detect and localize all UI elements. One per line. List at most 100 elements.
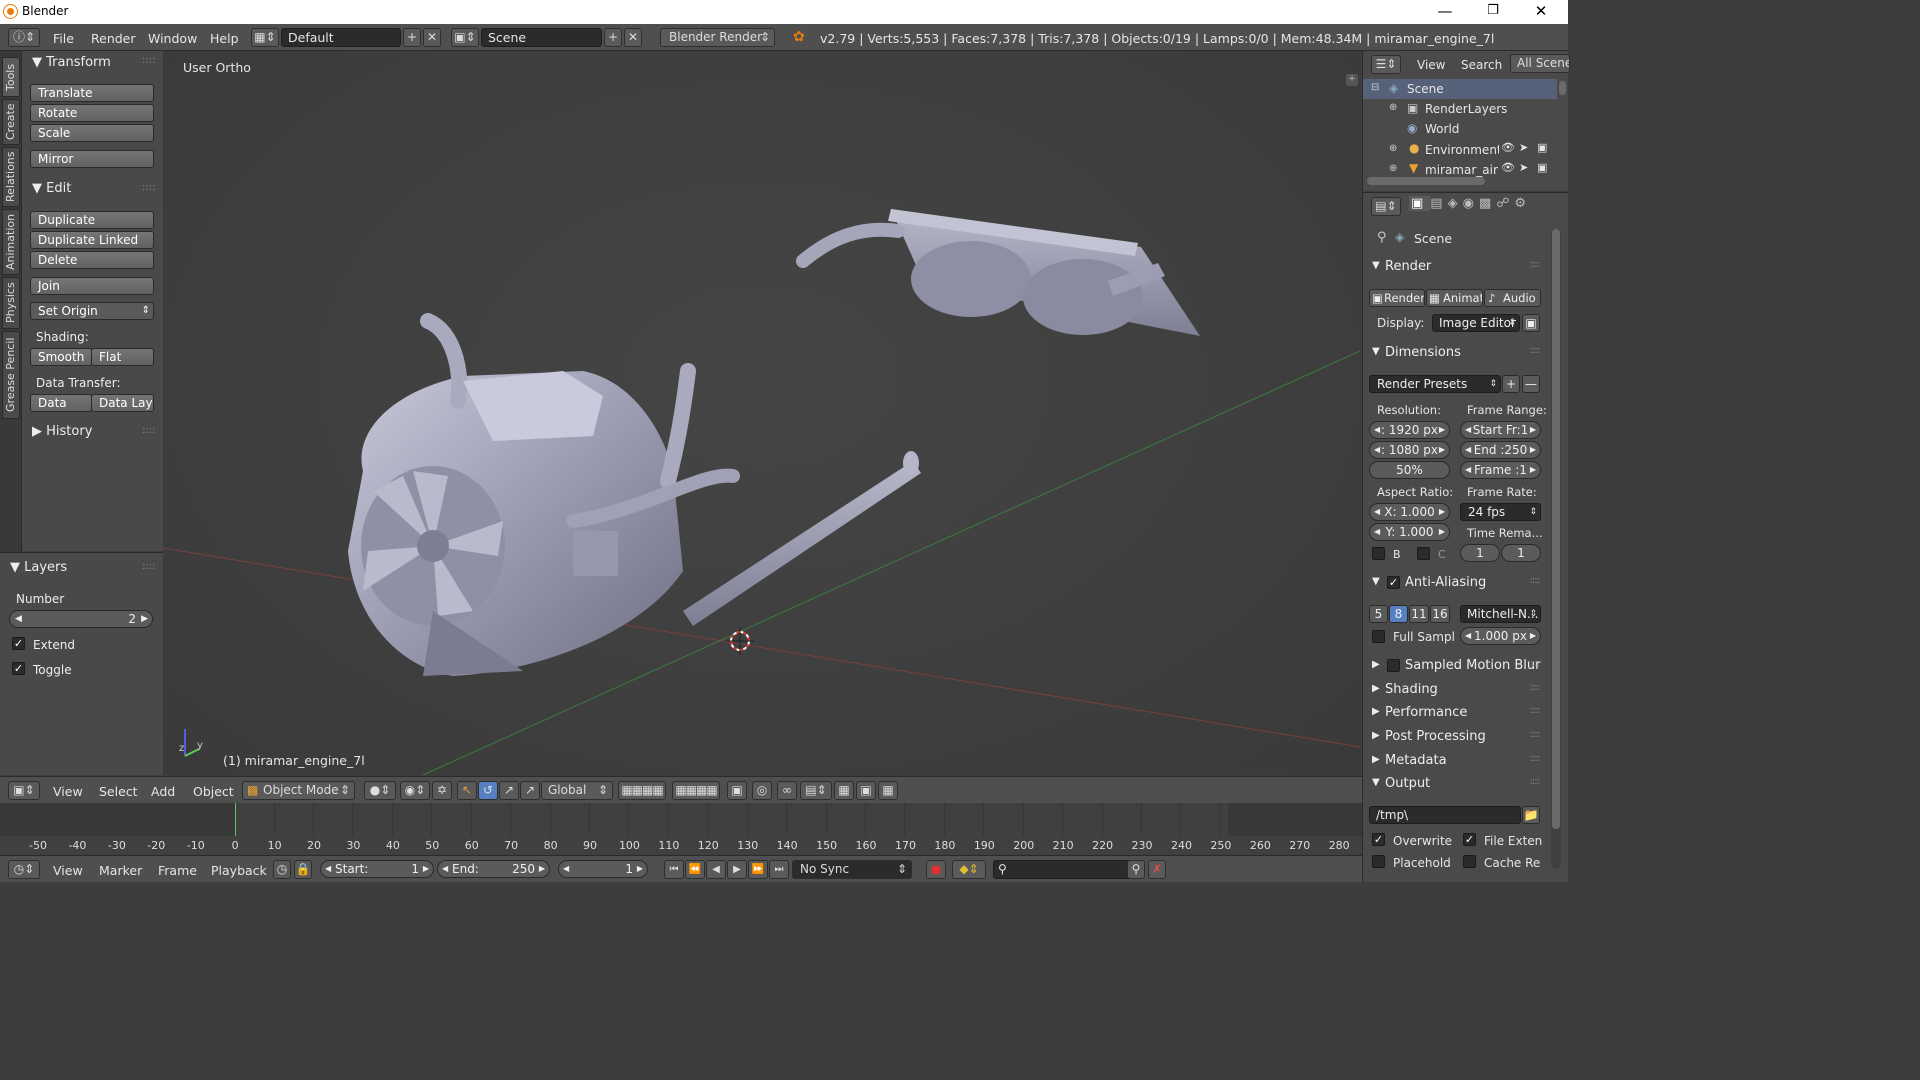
keying-set-icon[interactable]: ◆⇕	[952, 860, 986, 879]
menu-window[interactable]: Window	[148, 31, 197, 46]
duplicate-linked-button[interactable]: Duplicate Linked	[30, 231, 154, 249]
render-engine-select[interactable]: Blender Render ⇕	[660, 28, 775, 47]
menu-file[interactable]: File	[53, 31, 74, 46]
full-sample-checkbox[interactable]	[1372, 630, 1385, 643]
motion-blur-checkbox[interactable]	[1387, 659, 1400, 672]
jump-next-keyframe-icon[interactable]: ⏩	[748, 860, 768, 879]
timeline-ruler[interactable]: -50 -40 -30 -20 -10 0 10 20 30 40 50 60 70 80 90 100 110…	[0, 803, 1362, 855]
jump-end-icon[interactable]: ⏭	[769, 860, 789, 879]
3d-viewport[interactable]: z y User Ortho (1) miramar_engine_7l +	[163, 51, 1360, 775]
viewport-scene[interactable]: z y	[163, 51, 1360, 775]
overwrite-checkbox[interactable]: ✓	[1372, 833, 1385, 846]
file-extensions-checkbox[interactable]: ✓	[1463, 833, 1476, 846]
time-remap-new-field[interactable]: 1	[1501, 544, 1541, 562]
outliner-item-renderlayers[interactable]: RenderLayers	[1425, 102, 1515, 116]
rotate-button[interactable]: Rotate	[30, 104, 154, 122]
jump-start-icon[interactable]: ⏮	[664, 860, 684, 879]
snap-target-icon[interactable]: ▦	[834, 781, 854, 800]
outliner-h-scrollbar[interactable]	[1367, 177, 1485, 185]
properties-scroll-thumb[interactable]	[1552, 229, 1560, 829]
render-tab-icon[interactable]: ▣	[1409, 196, 1431, 211]
transform-orientation-select[interactable]: Global ⇕	[541, 781, 613, 800]
start-frame-field[interactable]: ◀ Start Fr:1 ▶	[1460, 421, 1541, 439]
aspect-y-field[interactable]: ◀ Y: 1.000 ▶	[1369, 523, 1450, 541]
remove-layout-icon[interactable]: ✕	[423, 28, 441, 47]
add-preset-icon[interactable]: +	[1502, 375, 1520, 393]
drag-grip-icon[interactable]: ::::	[142, 182, 155, 193]
select-arrow-icon[interactable]: ➤	[1519, 161, 1528, 174]
object-mode-select[interactable]: ▩ Object Mode ⇕	[242, 781, 355, 800]
drag-grip-icon[interactable]: ::::	[142, 55, 155, 66]
timeline-editor-icon[interactable]: ◷⇕	[8, 860, 40, 879]
screen-layout-icon[interactable]: ▦⇕	[251, 28, 279, 47]
anti-aliasing-checkbox[interactable]: ✓	[1387, 576, 1400, 589]
smooth-button[interactable]: Smooth	[30, 348, 92, 366]
translate-button[interactable]: Translate	[30, 84, 154, 102]
expand-icon[interactable]: ⊕	[1389, 143, 1397, 154]
outliner-item-world[interactable]: World	[1425, 122, 1459, 136]
flat-button[interactable]: Flat	[91, 348, 154, 366]
current-frame-field[interactable]: ◀ 1 ▶	[558, 860, 648, 878]
radiator-mesh[interactable]	[796, 209, 1200, 336]
visibility-eye-icon[interactable]: 👁	[1501, 141, 1515, 154]
view-menu[interactable]: View	[53, 784, 83, 799]
outliner-item-environment[interactable]: Environment	[1425, 143, 1499, 157]
render-animation-button[interactable]: ▦ Animati	[1426, 289, 1483, 307]
3d-cursor-icon[interactable]	[726, 627, 754, 655]
output-section-header[interactable]: ▼ Output::::	[1365, 774, 1545, 796]
rotate-manipulator-icon[interactable]: ↺	[478, 781, 498, 800]
render-layers-tab-icon[interactable]: ▤	[1430, 196, 1447, 211]
timeline-playback-menu[interactable]: Playback	[211, 863, 267, 878]
anti-aliasing-section-header[interactable]: ▼ ✓ Anti-Aliasing::::	[1365, 573, 1545, 595]
output-path-input[interactable]: /tmp\	[1369, 806, 1521, 824]
data-button[interactable]: Data	[30, 394, 92, 412]
outliner-v-scrollbar[interactable]	[1559, 81, 1566, 95]
frame-rate-select[interactable]: 24 fps ⇕	[1460, 503, 1541, 521]
tab-create[interactable]: Create	[2, 99, 20, 145]
post-processing-section-header[interactable]: ▶ Post Processing::::	[1365, 727, 1545, 749]
drag-grip-icon[interactable]: ::::	[142, 425, 155, 436]
aa-samples-8-button[interactable]: 8	[1389, 605, 1408, 623]
render-still-button[interactable]: ▣ Render	[1369, 289, 1425, 307]
properties-toggle-icon[interactable]: +	[1346, 74, 1358, 86]
render-section-header[interactable]: ▼ Render::::	[1365, 257, 1545, 279]
manipulator-extra-icon[interactable]: ↗	[520, 781, 540, 800]
collapse-icon[interactable]: ⊟	[1371, 82, 1379, 93]
play-icon[interactable]: ▶	[727, 860, 747, 879]
scene-field[interactable]: Scene	[481, 28, 602, 47]
tab-relations[interactable]: Relations	[2, 147, 20, 207]
border-checkbox[interactable]	[1372, 547, 1385, 560]
select-menu[interactable]: Select	[99, 784, 138, 799]
lock-camera-icon[interactable]: ▣	[727, 781, 747, 800]
performance-section-header[interactable]: ▶ Performance::::	[1365, 703, 1545, 725]
tab-physics[interactable]: Physics	[2, 277, 20, 329]
start-frame-timeline-field[interactable]: ◀ Start: 1 ▶	[320, 860, 434, 878]
scene-tab-icon[interactable]: ◈	[1448, 196, 1463, 211]
time-remap-old-field[interactable]: 1	[1460, 544, 1500, 562]
edit-panel-header[interactable]: ▼ Edit	[32, 181, 71, 196]
drag-grip-icon[interactable]: ::::	[142, 561, 155, 572]
expand-icon[interactable]: ⊕	[1389, 102, 1397, 113]
timeline-area[interactable]: -50 -40 -30 -20 -10 0 10 20 30 40 50 60 70 80 90 100 110…	[0, 803, 1362, 855]
pin-icon[interactable]: ⚲	[1377, 230, 1387, 245]
properties-editor-icon[interactable]: ▤⇕	[1371, 197, 1401, 216]
object-tab-icon[interactable]: ▩	[1479, 196, 1496, 211]
outliner-editor-icon[interactable]: ☰⇕	[1371, 55, 1401, 74]
remove-preset-icon[interactable]: —	[1522, 375, 1540, 393]
viewport-shading-select[interactable]: ●⇕	[364, 781, 396, 800]
scale-manipulator-icon[interactable]: ↗	[499, 781, 519, 800]
aspect-x-field[interactable]: ◀ X: 1.000 ▶	[1369, 503, 1450, 521]
3d-view-editor-icon[interactable]: ▣⇕	[8, 781, 40, 800]
opengl-render-icon[interactable]: ▣	[856, 781, 876, 800]
keying-set-field[interactable]: ⚲	[993, 860, 1135, 879]
dimensions-section-header[interactable]: ▼ Dimensions::::	[1365, 343, 1545, 365]
resolution-percentage-slider[interactable]: 50%	[1369, 461, 1450, 479]
timeline-frame-menu[interactable]: Frame	[158, 863, 197, 878]
shading-section-header[interactable]: ▶ Shading::::	[1365, 680, 1545, 702]
sync-mode-select[interactable]: No Sync ⇕	[792, 860, 912, 879]
render-presets-select[interactable]: Render Presets ⇕	[1369, 375, 1501, 393]
layer-buttons-group-2[interactable]: ▦▦▦▦	[672, 781, 720, 800]
menu-render[interactable]: Render	[91, 31, 136, 46]
engine-mesh[interactable]	[348, 313, 921, 676]
motion-blur-section-header[interactable]: ▶ Sampled Motion Blur::::	[1365, 656, 1545, 678]
